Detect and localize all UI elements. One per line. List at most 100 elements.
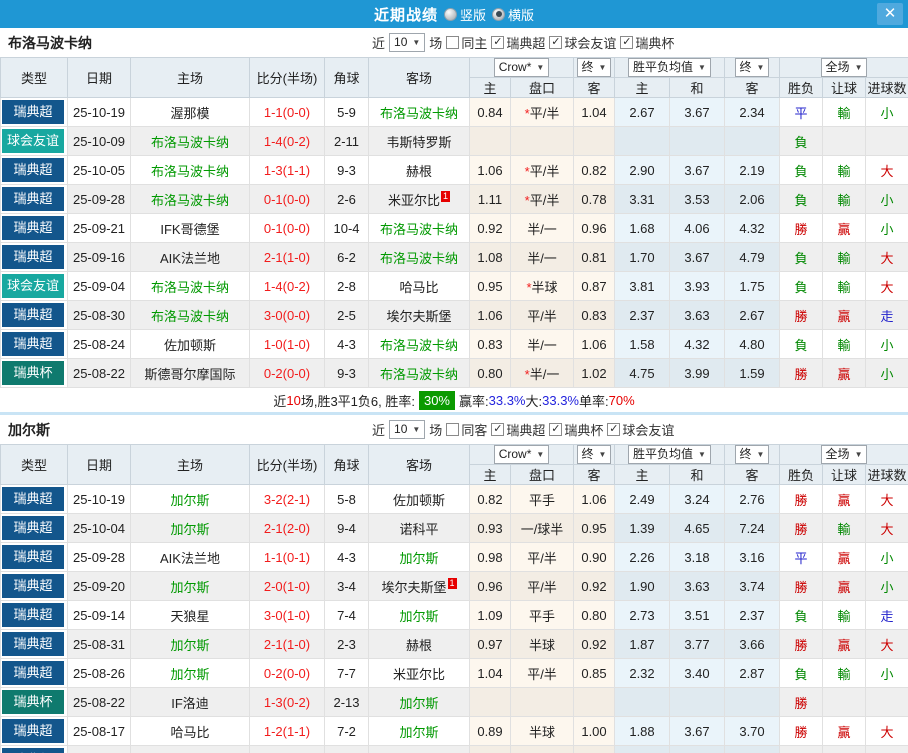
- filter-controls: 近 10 ▼ 场 同客 ✓ 瑞典超 ✓ 瑞典杯 ✓ 球会友谊: [372, 420, 674, 439]
- odds-away-cell: 0.82: [573, 155, 615, 185]
- league-badge: 瑞典超: [2, 303, 64, 327]
- chevron-down-icon: ▼: [536, 450, 545, 459]
- avg-time-select[interactable]: 终 ▼: [734, 445, 770, 464]
- filter-checkbox-2[interactable]: ✓ 球会友谊: [549, 33, 616, 52]
- games-count-value: 10: [394, 422, 408, 436]
- same-venue-checkbox[interactable]: 同客: [446, 420, 487, 439]
- home-team-name: AIK法兰地: [160, 250, 220, 266]
- odds-away-cell: 0.95: [573, 513, 615, 543]
- avg-home-cell: [614, 687, 670, 717]
- checkbox-checked-icon: ✓: [549, 423, 563, 436]
- odds-away-cell: 0.87: [573, 271, 615, 301]
- league-cell: 瑞典杯: [0, 358, 68, 388]
- avg-type-select[interactable]: 胜平负均值 ▼: [628, 445, 711, 464]
- games-count-select[interactable]: 10 ▼: [389, 420, 426, 439]
- corners-cell: 12-2: [324, 745, 369, 753]
- odds-home-cell: 1.06: [469, 300, 511, 330]
- odds-away-cell: [573, 687, 615, 717]
- date-cell: 25-09-21: [67, 213, 131, 243]
- avg-home-cell: 4.75: [614, 358, 670, 388]
- corners-cell: 9-3: [324, 155, 369, 185]
- table-header: 类型 日期 主场 比分(半场) 角球 客场 Crow* ▼ 终 ▼ 胜平负均值 ▼: [0, 57, 908, 98]
- league-cell: 瑞典超: [0, 542, 68, 572]
- corners-cell: 2-6: [324, 184, 369, 214]
- handicap-cell: 平/半: [510, 300, 574, 330]
- avg-type-select[interactable]: 胜平负均值 ▼: [628, 58, 711, 77]
- summary-segment: 30%: [418, 390, 455, 410]
- league-badge: 瑞典超: [2, 487, 64, 511]
- radio-horizontal-layout[interactable]: 横版: [492, 5, 534, 24]
- away-team-name: 埃尔夫斯堡: [386, 308, 452, 324]
- col-handicap: 盘口: [510, 77, 574, 98]
- home-team-name: 天狼星: [170, 608, 210, 624]
- header-cell: Crow* ▼: [469, 57, 574, 78]
- summary-segment: 赢率:: [459, 393, 489, 409]
- odds-away-cell: 1.00: [573, 745, 615, 753]
- handicap-result-cell: 贏: [822, 629, 866, 659]
- date-cell: 25-08-31: [67, 629, 131, 659]
- avg-draw-cell: [669, 126, 725, 156]
- filter-checkbox-2[interactable]: ✓ 瑞典杯: [549, 420, 603, 439]
- away-team-name: 米亚尔比: [392, 666, 445, 682]
- header-cell: 终 ▼: [573, 444, 615, 465]
- date-cell: 25-08-12: [67, 745, 131, 753]
- score-cell: 3-0(0-0): [249, 300, 325, 330]
- record-summary: 近 10 场,胜3平1负6, 胜率: 30% 赢率: 33.3% 大: 33.3% 单率: 7…: [0, 388, 908, 412]
- odds-time-select[interactable]: 终 ▼: [576, 445, 612, 464]
- avg-draw-cell: 3.18: [669, 542, 725, 572]
- col-result: 胜负: [779, 77, 823, 98]
- filter-checkbox-1[interactable]: ✓ 瑞典超: [491, 33, 545, 52]
- away-team-name: 布洛马波卡纳: [379, 250, 458, 266]
- avg-home-cell: 2.37: [614, 300, 670, 330]
- radio-vertical-layout[interactable]: 竖版: [443, 5, 486, 24]
- home-team-cell: 哈马比: [130, 716, 250, 746]
- avg-time-select[interactable]: 终 ▼: [734, 58, 770, 77]
- avg-home-cell: 1.87: [614, 629, 670, 659]
- handicap-result-cell: 輸: [822, 600, 866, 630]
- odds-away-cell: 1.06: [573, 329, 615, 359]
- goals-result-cell: [864, 687, 908, 717]
- handicap-cell: *半球: [510, 271, 574, 301]
- home-team-cell: 佐加顿斯: [130, 329, 250, 359]
- avg-draw-cell: 4.32: [669, 329, 725, 359]
- league-cell: 瑞典超: [0, 629, 68, 659]
- away-team-cell: 埃尔夫斯堡: [368, 300, 470, 330]
- filter-checkbox-3[interactable]: ✓ 球会友谊: [607, 420, 674, 439]
- col-avg-draw: 和: [669, 77, 725, 98]
- handicap-result-cell: 贏: [822, 358, 866, 388]
- same-venue-checkbox[interactable]: 同主: [446, 33, 487, 52]
- league-cell: 瑞典超: [0, 155, 68, 185]
- home-team-cell: 布洛马波卡纳: [130, 271, 250, 301]
- games-count-select[interactable]: 10 ▼: [389, 33, 426, 52]
- col-odds-away: 客: [573, 77, 615, 98]
- match-row: 瑞典杯 25-08-22 IF洛迪 1-3(0-2) 2-13 加尔斯 勝: [0, 687, 908, 717]
- filter-checkbox-1[interactable]: ✓ 瑞典超: [491, 420, 545, 439]
- corners-cell: 6-2: [324, 242, 369, 272]
- odds-home-cell: 0.95: [469, 271, 511, 301]
- home-team-cell: 加尔斯: [130, 513, 250, 543]
- filter-checkbox-3[interactable]: ✓ 瑞典杯: [620, 33, 674, 52]
- bookmaker-select[interactable]: Crow* ▼: [493, 58, 550, 77]
- odds-home-cell: 0.83: [469, 329, 511, 359]
- match-row: 瑞典超 25-09-21 IFK哥德堡 0-1(0-0) 10-4 布洛马波卡纳 0.92 半…: [0, 213, 908, 243]
- home-team-name: IFK哥德堡: [160, 221, 220, 237]
- radio-horizontal-label: 横版: [508, 7, 535, 23]
- home-team-name: 布洛马波卡纳: [150, 192, 229, 208]
- avg-draw-cell: 3.93: [669, 271, 725, 301]
- close-button[interactable]: ✕: [877, 3, 903, 25]
- handicap-cell: 平/半: [510, 542, 574, 572]
- home-team-name: 布洛马波卡纳: [150, 308, 229, 324]
- score-cell: 3-2(2-1): [249, 484, 325, 514]
- odds-time-select[interactable]: 终 ▼: [576, 58, 612, 77]
- header-cell: 胜平负均值 ▼: [614, 444, 725, 465]
- home-team-cell: 加尔斯: [130, 658, 250, 688]
- handicap-cell: 一/球半: [510, 513, 574, 543]
- avg-away-cell: 2.87: [724, 658, 780, 688]
- period-select[interactable]: 全场 ▼: [820, 58, 868, 77]
- avg-type-value: 胜平负均值: [633, 447, 694, 461]
- games-suffix-label: 场: [429, 423, 443, 438]
- bookmaker-select[interactable]: Crow* ▼: [493, 445, 550, 464]
- period-select[interactable]: 全场 ▼: [820, 445, 868, 464]
- away-team-name: 埃尔夫斯堡: [381, 579, 447, 595]
- close-icon: ✕: [883, 5, 897, 22]
